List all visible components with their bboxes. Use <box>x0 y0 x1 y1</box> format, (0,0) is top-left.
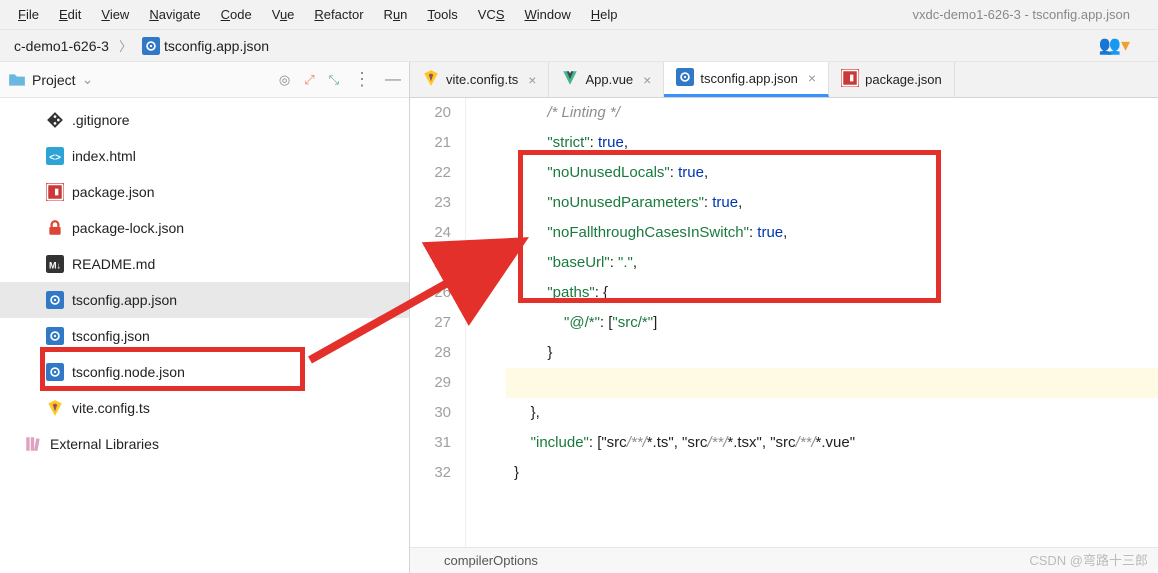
vite-icon <box>422 69 440 90</box>
tscog-icon <box>46 363 64 381</box>
file-.gitignore[interactable]: .gitignore <box>0 102 409 138</box>
collapse-icon[interactable]: ⤡ <box>329 72 339 88</box>
vite-icon <box>46 399 64 417</box>
html-icon: <> <box>46 147 64 165</box>
menu-tools[interactable]: Tools <box>417 3 467 26</box>
close-icon[interactable]: × <box>808 70 816 86</box>
menu-navigate[interactable]: Navigate <box>139 3 210 26</box>
file-index.html[interactable]: <>index.html <box>0 138 409 174</box>
file-tsconfig.node.json[interactable]: tsconfig.node.json <box>0 354 409 390</box>
svg-text:<>: <> <box>49 153 61 164</box>
code-content[interactable]: /* Linting */ "strict": true, "noUnusedL… <box>506 98 1158 547</box>
lock-icon <box>46 219 64 237</box>
menu-view[interactable]: View <box>91 3 139 26</box>
file-tree[interactable]: .gitignore<>index.htmlpackage.jsonpackag… <box>0 98 409 573</box>
sidebar-header: Project ⌄ ◎ ⤢ ⤡ ⋮ — <box>0 62 409 98</box>
menu-refactor[interactable]: Refactor <box>304 3 373 26</box>
breadcrumb-file[interactable]: tsconfig.app.json <box>136 35 275 57</box>
breadcrumb-bar: c-demo1-626-3 〉 tsconfig.app.json 👥▾ <box>0 30 1158 62</box>
tscog-icon <box>676 68 694 89</box>
breadcrumb-sep: 〉 <box>115 36 136 55</box>
minimize-icon[interactable]: — <box>385 71 401 89</box>
breadcrumb-root[interactable]: c-demo1-626-3 <box>8 36 115 56</box>
code-area[interactable]: 20212223242526272829303132 /* Linting */… <box>410 98 1158 547</box>
window-title: vxdc-demo1-626-3 - tsconfig.app.json <box>912 7 1150 22</box>
npm-icon <box>46 183 64 201</box>
file-package-lock.json[interactable]: package-lock.json <box>0 210 409 246</box>
file-package.json[interactable]: package.json <box>0 174 409 210</box>
tscog-icon <box>46 327 64 345</box>
tab-App.vue[interactable]: App.vue× <box>549 62 664 97</box>
tab-vite.config.ts[interactable]: vite.config.ts× <box>410 62 549 97</box>
target-icon[interactable]: ◎ <box>279 72 290 88</box>
close-icon[interactable]: × <box>643 72 651 88</box>
external-libraries[interactable]: External Libraries <box>0 426 409 462</box>
file-tsconfig.json[interactable]: tsconfig.json <box>0 318 409 354</box>
file-README.md[interactable]: M↓README.md <box>0 246 409 282</box>
watermark: CSDN @弯路十三郎 <box>1029 550 1148 569</box>
file-tsconfig.app.json[interactable]: tsconfig.app.json <box>0 282 409 318</box>
tab-package.json[interactable]: package.json <box>829 62 955 97</box>
project-selector[interactable]: Project ⌄ <box>8 71 93 89</box>
svg-text:M↓: M↓ <box>49 261 61 271</box>
folder-icon <box>8 71 26 89</box>
expand-icon[interactable]: ⤢ <box>304 72 314 88</box>
project-sidebar: Project ⌄ ◎ ⤢ ⤡ ⋮ — .gitignore<>index.ht… <box>0 62 410 573</box>
close-icon[interactable]: × <box>528 72 536 88</box>
chevron-down-icon: ⌄ <box>82 71 94 88</box>
editor-tabs: vite.config.ts×App.vue×tsconfig.app.json… <box>410 62 1158 98</box>
file-vite.config.ts[interactable]: vite.config.ts <box>0 390 409 426</box>
fold-gutter[interactable] <box>466 98 506 547</box>
menu-vcs[interactable]: VCS <box>468 3 515 26</box>
menu-window[interactable]: Window <box>515 3 581 26</box>
vue-icon <box>561 69 579 90</box>
menu-help[interactable]: Help <box>581 3 628 26</box>
users-icon[interactable]: 👥▾ <box>1099 35 1150 56</box>
tscog-icon <box>46 291 64 309</box>
menu-run[interactable]: Run <box>374 3 418 26</box>
line-gutter: 20212223242526272829303132 <box>410 98 466 547</box>
menu-file[interactable]: File <box>8 3 49 26</box>
libs-icon <box>24 435 42 453</box>
menu-vue[interactable]: Vue <box>262 3 305 26</box>
editor-area: vite.config.ts×App.vue×tsconfig.app.json… <box>410 62 1158 573</box>
npm-icon <box>841 69 859 90</box>
menu-edit[interactable]: Edit <box>49 3 91 26</box>
git-icon <box>46 111 64 129</box>
tab-tsconfig.app.json[interactable]: tsconfig.app.json× <box>664 62 829 97</box>
menu-code[interactable]: Code <box>211 3 262 26</box>
tscog-icon <box>142 37 160 55</box>
md-icon: M↓ <box>46 255 64 273</box>
menu-bar: File Edit View Navigate Code Vue Refacto… <box>0 0 1158 30</box>
more-icon[interactable]: ⋮ <box>353 69 371 90</box>
